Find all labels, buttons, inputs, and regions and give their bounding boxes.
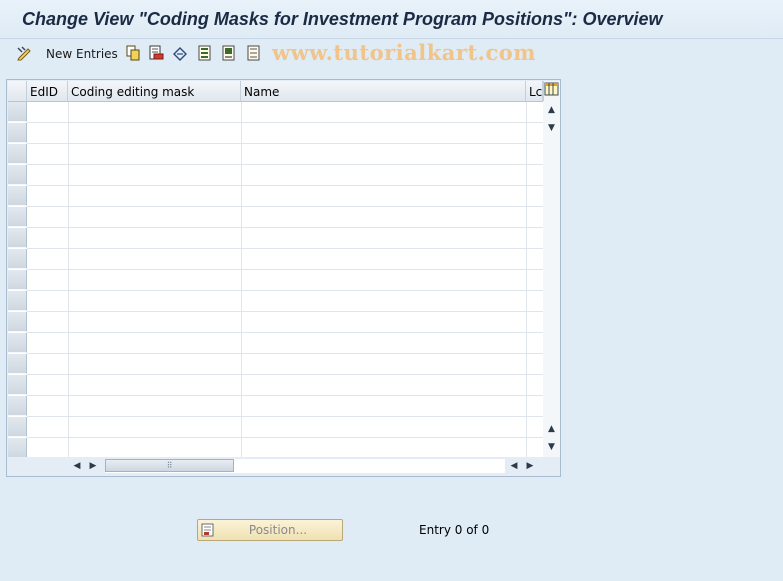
table-settings-button[interactable] [543,81,560,101]
row-selector[interactable] [8,438,27,457]
table-row [27,332,543,333]
scroll-right-button[interactable]: ▶ [86,458,100,474]
scroll-right-end-button[interactable]: ▶ [523,458,537,474]
table-row [27,353,543,354]
table-row [27,122,543,123]
column-divider [68,102,69,457]
new-entries-button[interactable]: New Entries [46,47,118,61]
undo-change-icon[interactable] [172,45,188,61]
horizontal-scrollbar[interactable]: ◀ ▶ ⠿ ◀ ▶ [8,457,560,476]
table-row [27,227,543,228]
vertical-scrollbar[interactable]: ▲ ▼ ▲ ▼ [543,101,560,457]
row-selector[interactable] [8,186,27,206]
column-divider [526,102,527,457]
scroll-up-button[interactable]: ▼ [543,120,560,136]
row-selector[interactable] [8,249,27,269]
table-row [27,416,543,417]
column-header-name[interactable]: Name [241,81,526,102]
table-row [27,143,543,144]
table-grid: EdID Coding editing mask Name Lcl [8,81,543,457]
table-row [27,290,543,291]
table-settings-icon [544,82,559,96]
row-selector[interactable] [8,291,27,311]
row-selector[interactable] [8,312,27,332]
table-row [27,311,543,312]
table-row [27,206,543,207]
copy-icon[interactable] [125,45,141,61]
table-control: EdID Coding editing mask Name Lcl ▲ ▼ ▲ … [6,79,561,477]
row-selector[interactable] [8,375,27,395]
table-row [27,248,543,249]
title-bar: Change View "Coding Masks for Investment… [0,0,783,39]
table-row [27,164,543,165]
scroll-left-end-button[interactable]: ◀ [507,458,521,474]
scroll-left-button[interactable]: ◀ [70,458,84,474]
row-selector[interactable] [8,123,27,143]
application-toolbar: New Entries www.tutorialkart.com [0,39,783,69]
deselect-all-icon[interactable] [246,45,262,61]
position-button[interactable]: Position... [197,519,343,541]
column-divider [241,102,242,457]
horizontal-scroll-track[interactable]: ⠿ [105,459,505,473]
delete-icon[interactable] [148,45,164,61]
column-header-lcl[interactable]: Lcl [526,81,543,102]
select-all-rows-button[interactable] [8,81,27,102]
column-header-coding-mask[interactable]: Coding editing mask [68,81,241,102]
row-selector[interactable] [8,144,27,164]
table-row [27,185,543,186]
scroll-page-up-button[interactable]: ▲ [543,421,560,437]
horizontal-scroll-thumb[interactable]: ⠿ [105,459,234,472]
row-selector[interactable] [8,228,27,248]
row-selector[interactable] [8,417,27,437]
table-row [27,374,543,375]
page-title: Change View "Coding Masks for Investment… [22,9,663,29]
row-selector[interactable] [8,207,27,227]
position-button-label: Position... [248,523,308,537]
table-row [27,437,543,438]
column-header-edid[interactable]: EdID [27,81,68,102]
select-block-icon[interactable] [221,45,237,61]
watermark-text: www.tutorialkart.com [272,40,536,65]
row-selector[interactable] [8,165,27,185]
entry-count: Entry 0 of 0 [419,523,490,537]
change-display-icon[interactable] [16,45,32,61]
row-selector[interactable] [8,333,27,353]
scroll-down-button[interactable]: ▼ [543,439,560,455]
row-selector[interactable] [8,270,27,290]
scroll-top-button[interactable]: ▲ [543,102,560,118]
table-row [27,395,543,396]
row-selector[interactable] [8,396,27,416]
select-all-icon[interactable] [197,45,213,61]
row-selector[interactable] [8,102,27,122]
table-row [27,269,543,270]
row-selector[interactable] [8,354,27,374]
